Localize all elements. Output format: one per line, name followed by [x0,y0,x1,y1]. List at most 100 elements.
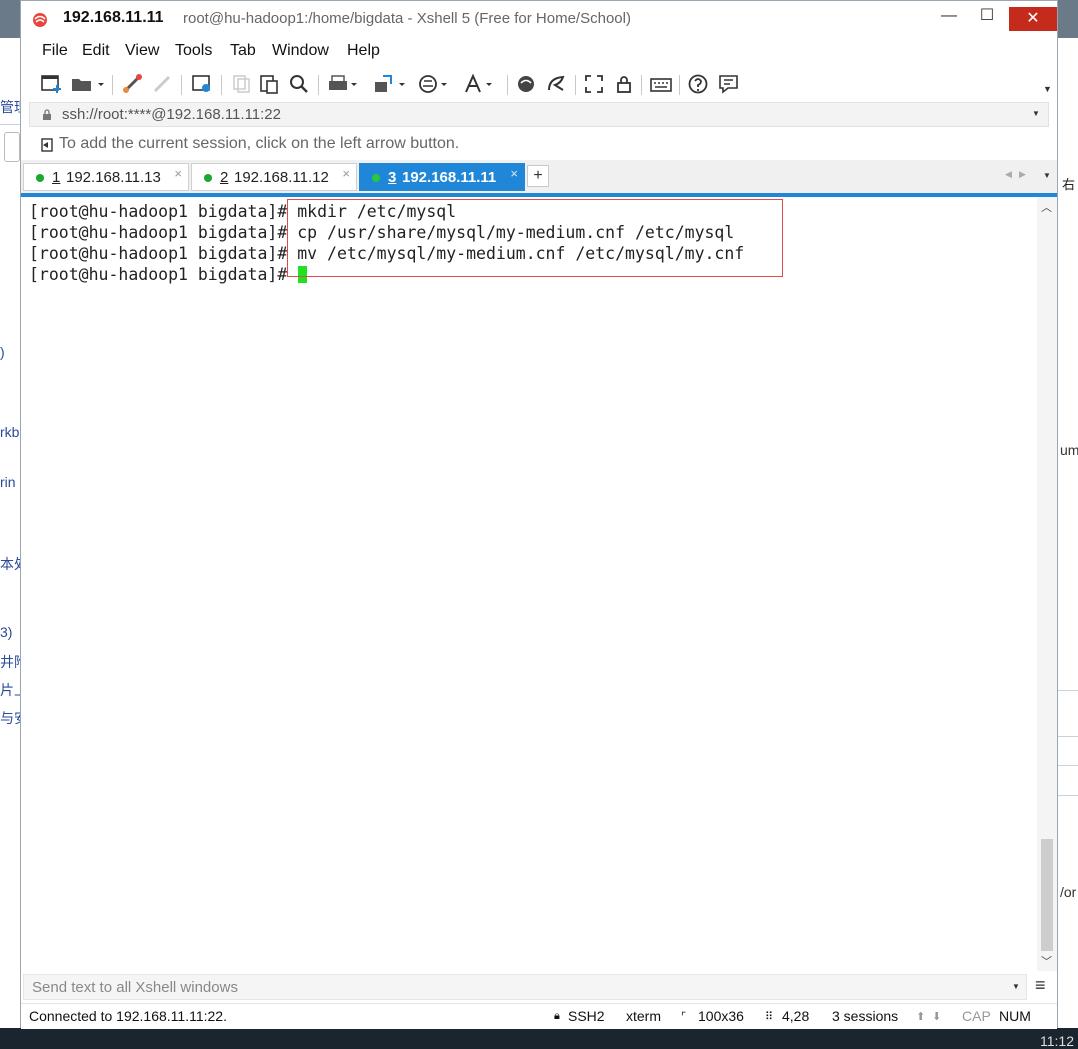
size-icon: ⌜ [681,1011,687,1023]
background-divider [0,124,20,125]
protocol-status: SSH2 [568,1008,605,1024]
arrow-up-icon[interactable]: ⬆ [916,1010,925,1023]
terminal-line: [root@hu-hadoop1 bigdata]# [29,265,298,284]
toolbar-separator [181,75,182,95]
menu-help[interactable]: Help [347,42,380,60]
background-text: rkb [0,424,20,440]
session-count: 3 sessions [832,1008,899,1024]
tab-label: 192.168.11.11 [402,169,497,186]
chevron-down-icon[interactable]: ▼ [1032,109,1040,118]
script-icon[interactable] [545,72,569,96]
background-text: /or [1060,884,1077,900]
scroll-down-icon[interactable]: ﹀ [1041,953,1052,969]
tab-session-1[interactable]: 1 192.168.11.13 × [23,163,189,191]
open-folder-icon[interactable] [70,72,106,96]
toolbar-separator [221,75,222,95]
new-session-icon[interactable] [40,72,64,96]
chat-icon[interactable] [717,72,741,96]
toolbar-separator [575,75,576,95]
send-to-all-placeholder: Send text to all Xshell windows [32,979,238,996]
menu-edit[interactable]: Edit [82,42,110,60]
menu-window[interactable]: Window [272,42,329,60]
annotation-highlight-box [287,199,783,277]
connect-icon[interactable] [121,72,145,96]
toolbar-separator [679,75,680,95]
taskbar-clock: 11:12 [1040,1033,1074,1049]
lock-icon[interactable] [613,72,637,96]
fullscreen-icon[interactable] [583,72,607,96]
tab-scroll-left-icon[interactable]: ◀ [1005,169,1012,180]
paste-icon[interactable] [257,72,281,96]
arrow-down-icon[interactable]: ⬇ [932,1010,941,1023]
tab-session-2[interactable]: 2 192.168.11.12 × [191,163,357,191]
menu-file[interactable]: File [42,42,68,60]
find-icon[interactable] [287,72,311,96]
scroll-up-icon[interactable]: ︿ [1041,199,1052,215]
tab-scroll-right-icon[interactable]: ▶ [1019,169,1026,180]
background-button [4,132,20,162]
disconnect-icon [151,72,175,96]
cursor-position: 4,28 [782,1008,810,1024]
status-bar: Connected to 192.168.11.11:22. 🔒︎ SSH2 x… [21,1003,1057,1029]
transfer-icon[interactable] [372,72,408,96]
add-session-arrow-icon[interactable] [39,137,55,153]
background-text: ) [0,344,5,360]
tab-close-icon[interactable]: × [174,166,182,181]
caps-lock-indicator: CAP [962,1008,991,1024]
print-icon[interactable] [326,72,362,96]
cursor-position-icon: ⠿ [765,1011,774,1023]
window-title: root@hu-hadoop1:/home/bigdata - Xshell 5… [183,10,631,27]
session-status-dot [204,174,212,182]
tab-number: 2 [220,169,229,186]
chevron-down-icon[interactable]: ▼ [1012,982,1020,991]
send-to-all-input[interactable]: Send text to all Xshell windows ▼ [23,974,1027,1000]
menu-view[interactable]: View [125,42,159,60]
background-text: 3) [0,624,13,640]
taskbar [0,1028,1078,1049]
toolbar-separator [507,75,508,95]
tab-close-icon[interactable]: × [342,166,350,181]
terminal-type: xterm [626,1008,661,1024]
menu-tab[interactable]: Tab [230,42,256,60]
close-button[interactable]: ✕ [1009,7,1057,31]
background-divider [1058,795,1078,796]
menu-tools[interactable]: Tools [175,42,212,60]
scrollbar-thumb[interactable] [1041,839,1053,951]
xshell-window: 192.168.11.11 root@hu-hadoop1:/home/bigd… [20,0,1058,1029]
toolbar-separator [318,75,319,95]
num-lock-indicator: NUM [999,1008,1031,1024]
session-status-dot [36,174,44,182]
tab-session-3[interactable]: 3 192.168.11.11 × [359,163,525,191]
menu-icon[interactable]: ≡ [1035,975,1046,996]
maximize-button[interactable]: ☐ [964,1,1010,33]
address-input[interactable]: ssh://root:****@192.168.11.11:22 [62,106,281,123]
globe-icon[interactable] [417,72,453,96]
toolbar-overflow-icon[interactable]: ▼ [1043,84,1052,94]
menu-bar: File Edit View Tools Tab Window Help [21,37,1057,65]
tab-close-icon[interactable]: × [510,166,518,181]
session-hint-text: To add the current session, click on the… [59,135,460,152]
background-text: rin [0,474,16,490]
background-text: um [1060,442,1078,458]
tab-list-icon[interactable]: ▼ [1043,171,1051,180]
copy-icon [229,72,253,96]
terminal-area[interactable]: [root@hu-hadoop1 bigdata]# mkdir /etc/my… [21,197,1037,971]
title-bar[interactable]: 192.168.11.11 root@hu-hadoop1:/home/bigd… [21,1,1057,37]
background-divider [1058,765,1078,766]
keyboard-icon[interactable] [649,72,673,96]
tab-number: 1 [52,169,61,186]
tab-label: 192.168.11.13 [66,169,161,186]
terminal-size: 100x36 [698,1008,744,1024]
lock-icon [43,109,51,120]
toolbar-separator [641,75,642,95]
session-hint-bar: To add the current session, click on the… [21,131,1057,158]
xftp-icon[interactable] [515,72,539,96]
session-status-dot [372,174,380,182]
font-icon[interactable] [462,72,498,96]
address-bar[interactable]: ssh://root:****@192.168.11.11:22 ▼ [29,102,1049,127]
tab-label: 192.168.11.12 [234,169,329,186]
help-icon[interactable] [687,72,711,96]
properties-icon[interactable] [191,72,215,96]
window-title-host: 192.168.11.11 [63,9,164,26]
add-tab-button[interactable]: + [527,165,549,187]
